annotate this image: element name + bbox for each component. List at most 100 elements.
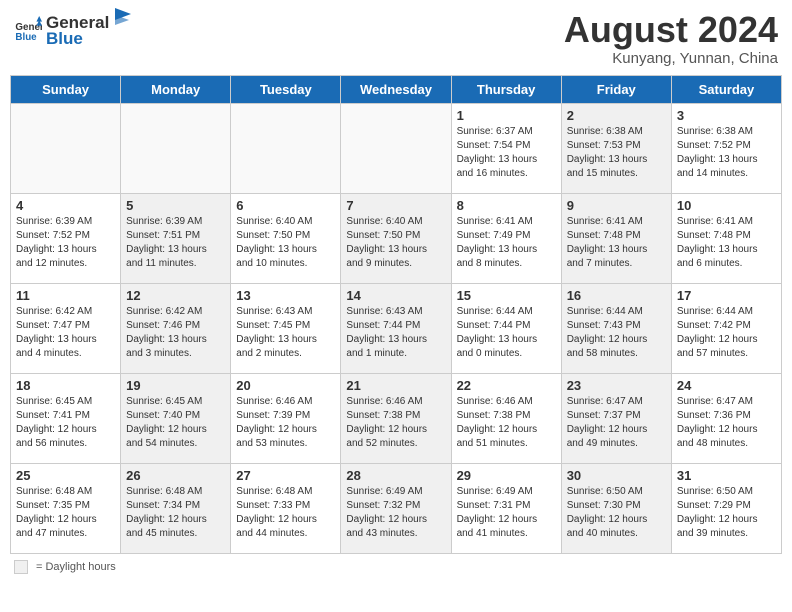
svg-text:Blue: Blue [15, 31, 37, 42]
day-header-friday: Friday [561, 75, 671, 103]
calendar-cell-empty [341, 103, 451, 193]
cell-info: Sunrise: 6:40 AM Sunset: 7:50 PM Dayligh… [346, 215, 445, 271]
calendar-cell-8: 8 Sunrise: 6:41 AM Sunset: 7:49 PM Daylig… [451, 193, 561, 283]
day-number: 14 [346, 288, 445, 303]
day-number: 17 [677, 288, 776, 303]
calendar-cell-9: 9 Sunrise: 6:41 AM Sunset: 7:48 PM Daylig… [561, 193, 671, 283]
calendar-cell-empty [231, 103, 341, 193]
calendar-cell-empty [121, 103, 231, 193]
day-header-wednesday: Wednesday [341, 75, 451, 103]
cell-info: Sunrise: 6:43 AM Sunset: 7:45 PM Dayligh… [236, 305, 335, 361]
cell-info: Sunrise: 6:46 AM Sunset: 7:38 PM Dayligh… [346, 395, 445, 451]
calendar-week-0: 1 Sunrise: 6:37 AM Sunset: 7:54 PM Daylig… [11, 103, 782, 193]
logo-icon: General Blue [14, 16, 42, 44]
calendar-body: 1 Sunrise: 6:37 AM Sunset: 7:54 PM Daylig… [11, 103, 782, 553]
calendar-cell-7: 7 Sunrise: 6:40 AM Sunset: 7:50 PM Daylig… [341, 193, 451, 283]
cell-info: Sunrise: 6:41 AM Sunset: 7:48 PM Dayligh… [567, 215, 666, 271]
day-number: 25 [16, 468, 115, 483]
cell-info: Sunrise: 6:39 AM Sunset: 7:51 PM Dayligh… [126, 215, 225, 271]
day-number: 5 [126, 198, 225, 213]
cell-info: Sunrise: 6:42 AM Sunset: 7:47 PM Dayligh… [16, 305, 115, 361]
cell-info: Sunrise: 6:44 AM Sunset: 7:42 PM Dayligh… [677, 305, 776, 361]
day-number: 1 [457, 108, 556, 123]
calendar-cell-2: 2Sunrise: 6:38 AM Sunset: 7:53 PM Daylig… [561, 103, 671, 193]
calendar-cell-4: 4 Sunrise: 6:39 AM Sunset: 7:52 PM Daylig… [11, 193, 121, 283]
cell-info: Sunrise: 6:45 AM Sunset: 7:40 PM Dayligh… [126, 395, 225, 451]
cell-info: Sunrise: 6:47 AM Sunset: 7:37 PM Dayligh… [567, 395, 666, 451]
calendar-cell-24: 24 Sunrise: 6:47 AM Sunset: 7:36 PM Dayli… [671, 373, 781, 463]
cell-info: Sunrise: 6:38 AM Sunset: 7:52 PM Dayligh… [677, 125, 776, 181]
logo: General Blue General Blue [14, 10, 133, 49]
cell-info: Sunrise: 6:40 AM Sunset: 7:50 PM Dayligh… [236, 215, 335, 271]
day-header-sunday: Sunday [11, 75, 121, 103]
calendar-cell-28: 28 Sunrise: 6:49 AM Sunset: 7:32 PM Dayli… [341, 463, 451, 553]
cell-info: Sunrise: 6:39 AM Sunset: 7:52 PM Dayligh… [16, 215, 115, 271]
day-number: 11 [16, 288, 115, 303]
calendar-cell-29: 29 Sunrise: 6:49 AM Sunset: 7:31 PM Dayli… [451, 463, 561, 553]
cell-info: Sunrise: 6:47 AM Sunset: 7:36 PM Dayligh… [677, 395, 776, 451]
day-number: 13 [236, 288, 335, 303]
calendar-cell-3: 3 Sunrise: 6:38 AM Sunset: 7:52 PM Daylig… [671, 103, 781, 193]
day-number: 7 [346, 198, 445, 213]
calendar-cell-21: 21 Sunrise: 6:46 AM Sunset: 7:38 PM Dayli… [341, 373, 451, 463]
day-number: 24 [677, 378, 776, 393]
page-title: August 2024 [564, 10, 778, 50]
calendar-cell-30: 30Sunrise: 6:50 AM Sunset: 7:30 PM Dayli… [561, 463, 671, 553]
calendar-cell-14: 14Sunrise: 6:43 AM Sunset: 7:44 PM Dayli… [341, 283, 451, 373]
calendar-cell-13: 13 Sunrise: 6:43 AM Sunset: 7:45 PM Dayli… [231, 283, 341, 373]
day-number: 29 [457, 468, 556, 483]
cell-info: Sunrise: 6:37 AM Sunset: 7:54 PM Dayligh… [457, 125, 556, 181]
calendar-cell-20: 20Sunrise: 6:46 AM Sunset: 7:39 PM Dayli… [231, 373, 341, 463]
day-number: 21 [346, 378, 445, 393]
day-number: 4 [16, 198, 115, 213]
page-subtitle: Kunyang, Yunnan, China [564, 50, 778, 67]
cell-info: Sunrise: 6:41 AM Sunset: 7:48 PM Dayligh… [677, 215, 776, 271]
cell-info: Sunrise: 6:49 AM Sunset: 7:31 PM Dayligh… [457, 485, 556, 541]
day-number: 15 [457, 288, 556, 303]
calendar-cell-empty [11, 103, 121, 193]
calendar-cell-6: 6 Sunrise: 6:40 AM Sunset: 7:50 PM Daylig… [231, 193, 341, 283]
calendar-cell-11: 11 Sunrise: 6:42 AM Sunset: 7:47 PM Dayli… [11, 283, 121, 373]
legend-label: = Daylight hours [36, 561, 116, 573]
calendar-cell-10: 10Sunrise: 6:41 AM Sunset: 7:48 PM Dayli… [671, 193, 781, 283]
calendar-cell-17: 17 Sunrise: 6:44 AM Sunset: 7:42 PM Dayli… [671, 283, 781, 373]
day-number: 26 [126, 468, 225, 483]
calendar-cell-1: 1 Sunrise: 6:37 AM Sunset: 7:54 PM Daylig… [451, 103, 561, 193]
logo-flag-icon [111, 6, 133, 28]
day-number: 22 [457, 378, 556, 393]
day-number: 9 [567, 198, 666, 213]
cell-info: Sunrise: 6:45 AM Sunset: 7:41 PM Dayligh… [16, 395, 115, 451]
day-number: 8 [457, 198, 556, 213]
calendar-cell-31: 31Sunrise: 6:50 AM Sunset: 7:29 PM Dayli… [671, 463, 781, 553]
calendar-week-3: 18 Sunrise: 6:45 AM Sunset: 7:41 PM Dayli… [11, 373, 782, 463]
cell-info: Sunrise: 6:44 AM Sunset: 7:43 PM Dayligh… [567, 305, 666, 361]
calendar-cell-12: 12Sunrise: 6:42 AM Sunset: 7:46 PM Dayli… [121, 283, 231, 373]
day-number: 28 [346, 468, 445, 483]
day-number: 19 [126, 378, 225, 393]
legend: = Daylight hours [10, 560, 782, 574]
cell-info: Sunrise: 6:41 AM Sunset: 7:49 PM Dayligh… [457, 215, 556, 271]
calendar-cell-23: 23 Sunrise: 6:47 AM Sunset: 7:37 PM Dayli… [561, 373, 671, 463]
day-number: 6 [236, 198, 335, 213]
day-number: 16 [567, 288, 666, 303]
cell-info: Sunrise: 6:49 AM Sunset: 7:32 PM Dayligh… [346, 485, 445, 541]
day-number: 18 [16, 378, 115, 393]
calendar-cell-22: 22 Sunrise: 6:46 AM Sunset: 7:38 PM Dayli… [451, 373, 561, 463]
calendar-cell-15: 15Sunrise: 6:44 AM Sunset: 7:44 PM Dayli… [451, 283, 561, 373]
page-header: General Blue General Blue August 2024 Ku… [10, 10, 782, 67]
calendar-week-1: 4 Sunrise: 6:39 AM Sunset: 7:52 PM Daylig… [11, 193, 782, 283]
calendar-cell-16: 16 Sunrise: 6:44 AM Sunset: 7:43 PM Dayli… [561, 283, 671, 373]
calendar-header-row: SundayMondayTuesdayWednesdayThursdayFrid… [11, 75, 782, 103]
calendar-week-4: 25Sunrise: 6:48 AM Sunset: 7:35 PM Dayli… [11, 463, 782, 553]
day-number: 23 [567, 378, 666, 393]
cell-info: Sunrise: 6:50 AM Sunset: 7:30 PM Dayligh… [567, 485, 666, 541]
day-number: 3 [677, 108, 776, 123]
day-number: 2 [567, 108, 666, 123]
calendar-week-2: 11 Sunrise: 6:42 AM Sunset: 7:47 PM Dayli… [11, 283, 782, 373]
cell-info: Sunrise: 6:46 AM Sunset: 7:38 PM Dayligh… [457, 395, 556, 451]
day-number: 31 [677, 468, 776, 483]
calendar-cell-18: 18 Sunrise: 6:45 AM Sunset: 7:41 PM Dayli… [11, 373, 121, 463]
day-header-monday: Monday [121, 75, 231, 103]
title-area: August 2024 Kunyang, Yunnan, China [564, 10, 778, 67]
day-header-saturday: Saturday [671, 75, 781, 103]
